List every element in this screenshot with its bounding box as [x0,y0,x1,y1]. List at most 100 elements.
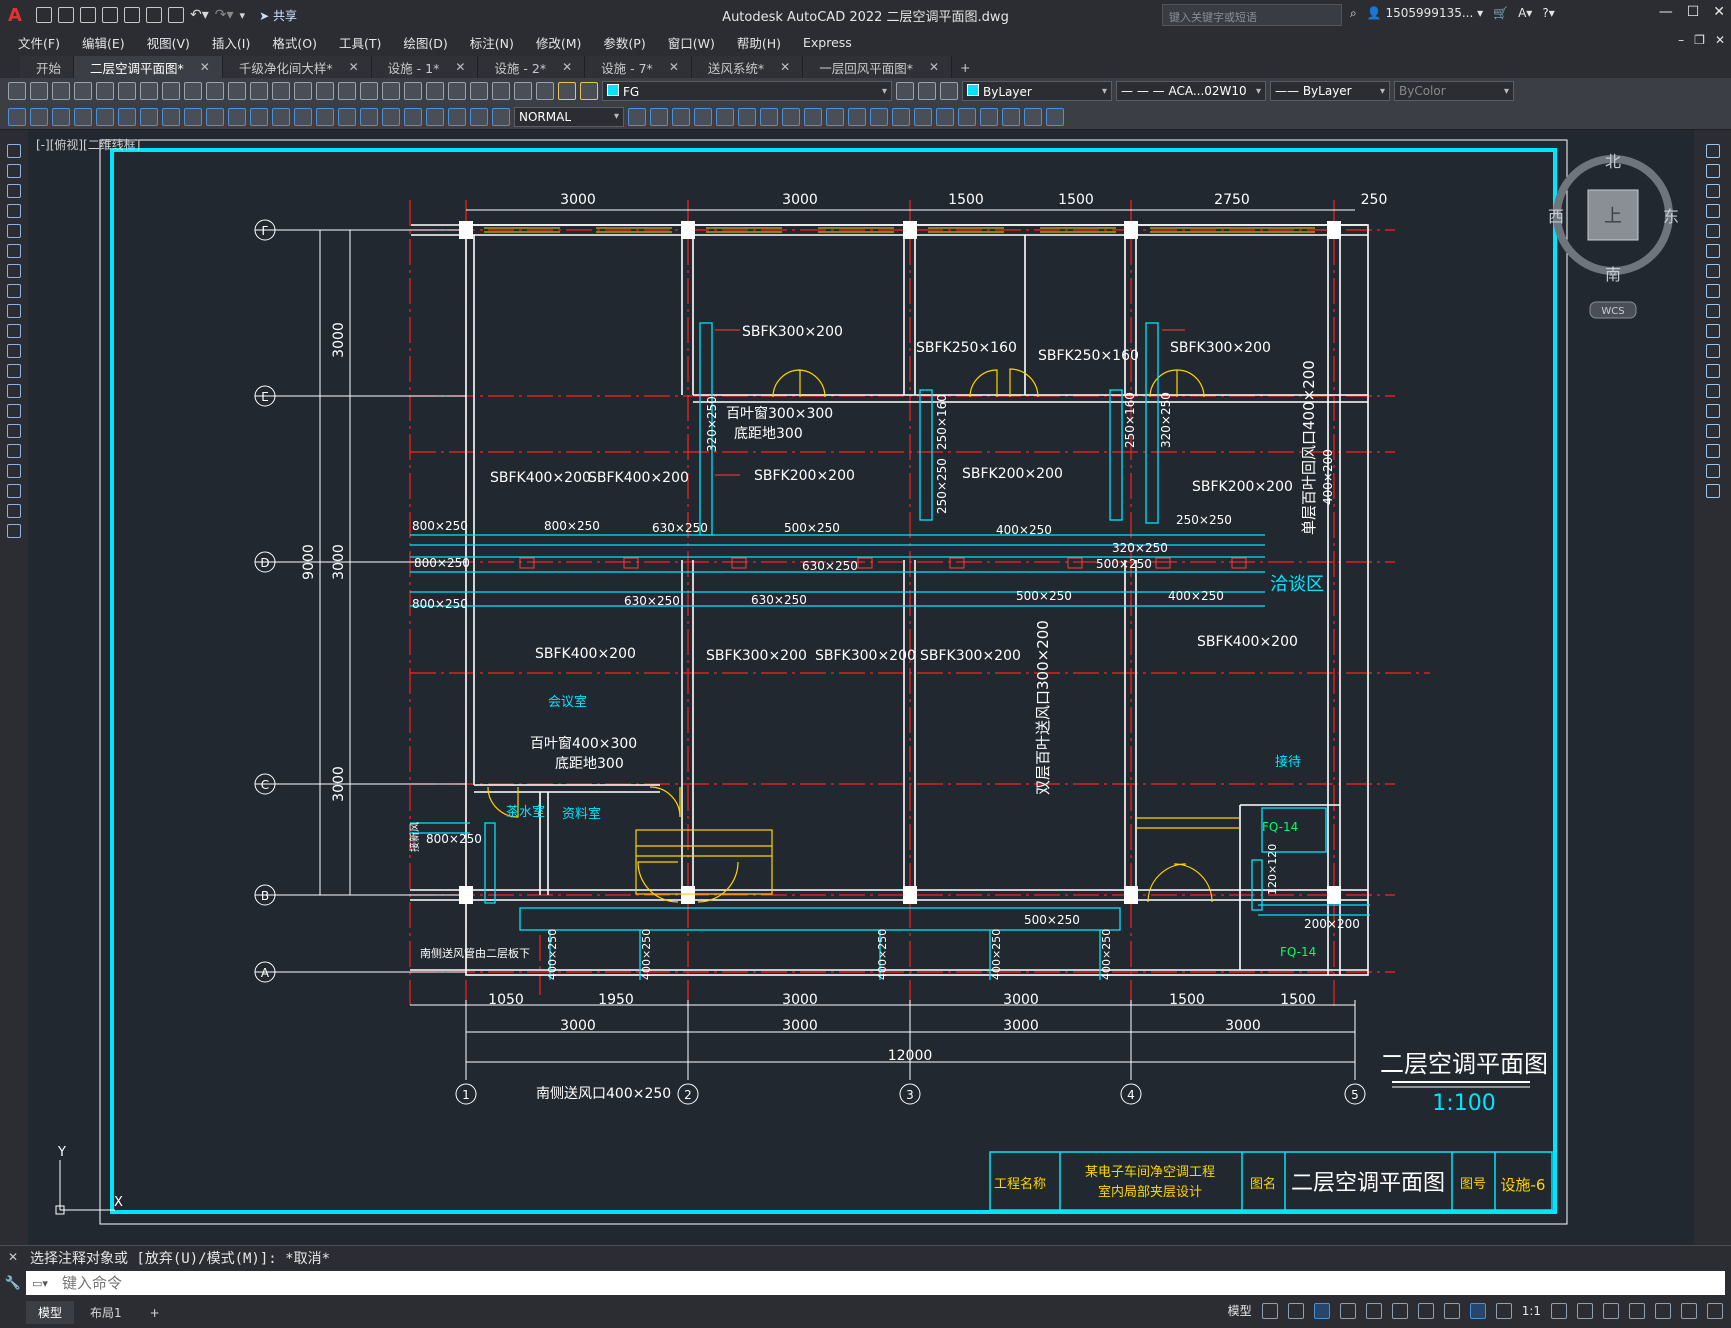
line-icon[interactable] [7,144,21,158]
extend-icon[interactable] [1705,344,1720,358]
jogged-dim-icon[interactable] [184,107,202,126]
help-icon[interactable]: ?▾ [1542,6,1554,21]
move-icon[interactable] [1705,244,1720,258]
layer-state-icon[interactable] [580,82,598,100]
continue-dim-icon[interactable] [294,107,312,126]
viewport-controls-label[interactable]: [-][俯视][二维线框] [36,136,140,153]
diameter-dim-icon[interactable] [206,107,224,126]
file-tab[interactable]: 设施 - 7* ✕ [585,56,692,78]
linear-dim-icon[interactable] [74,107,92,126]
insert-block-icon[interactable] [30,107,48,126]
undo-icon[interactable]: ↶▾ [190,7,209,23]
save-as-icon[interactable] [102,7,118,23]
autocad-logo-icon[interactable]: A [0,0,30,30]
cart-icon[interactable]: 🛒 [1493,6,1508,21]
command-input[interactable] [26,1271,1725,1295]
copy-icon[interactable] [184,82,202,100]
doc-close-icon[interactable]: ✕ [1715,33,1725,47]
doc-minimize-icon[interactable]: – [1678,33,1684,47]
scale-icon[interactable] [1705,284,1720,298]
menu-item[interactable]: 帮助(H) [737,33,781,52]
wrench-icon[interactable]: 🔧 [0,1276,26,1291]
match-props-icon[interactable] [228,82,246,100]
dim-update-icon[interactable] [492,107,510,126]
draw-order-icon[interactable] [980,107,998,126]
scale-icon[interactable] [782,107,800,126]
construction-line-icon[interactable] [7,164,21,178]
tab-close-icon[interactable]: ✕ [200,60,210,74]
offset-icon[interactable] [694,107,712,126]
properties-icon[interactable] [404,82,422,100]
point-icon[interactable] [7,404,21,418]
tab-close-icon[interactable]: ✕ [455,60,465,74]
block-editor-icon[interactable] [250,82,268,100]
chamfer-icon[interactable] [914,107,932,126]
minimize-icon[interactable]: — [1659,4,1673,20]
menu-item[interactable]: 工具(T) [339,33,381,52]
dimstyle-dropdown[interactable]: NORMAL ▾ [514,106,624,127]
ellipse-icon[interactable] [7,324,21,338]
file-tab[interactable]: 设施 - 2* ✕ [478,56,586,78]
add-selected-icon[interactable] [7,524,21,538]
save-icon[interactable] [80,7,96,23]
calculator-icon[interactable] [514,82,532,100]
snap-icon[interactable] [1287,1302,1304,1319]
arc-length-icon[interactable] [118,107,136,126]
make-current-icon[interactable] [896,82,914,100]
save-web-icon[interactable] [146,7,162,23]
tool-palettes-icon[interactable] [448,82,466,100]
auto-scale-icon[interactable] [1495,1302,1512,1319]
layout-tab[interactable]: 模型 [26,1301,75,1324]
text-edit-icon[interactable] [1046,107,1064,126]
layer-dropdown[interactable]: FG ▾ [602,81,892,101]
group-icon[interactable] [1002,107,1020,126]
quick-dim-icon[interactable] [250,107,268,126]
maximize-icon[interactable]: ☐ [1687,4,1700,20]
break-icon[interactable] [870,107,888,126]
workspace-gear-icon[interactable] [1551,1302,1567,1319]
rotate-icon[interactable] [1705,264,1720,278]
dim-edit-icon[interactable] [448,107,466,126]
trim-icon[interactable] [826,107,844,126]
model-space-label[interactable]: 模型 [1228,1302,1252,1319]
user-account[interactable]: 👤 1505999135... ▾ [1367,6,1483,21]
polar-icon[interactable] [1339,1302,1356,1319]
tolerance-icon[interactable] [360,107,378,126]
make-block-icon[interactable] [52,107,70,126]
break-at-point-icon[interactable] [1705,364,1720,378]
open-icon[interactable] [58,7,74,23]
customize-icon[interactable] [1707,1302,1723,1319]
preview-icon[interactable] [96,82,114,100]
publish-icon[interactable] [118,82,136,100]
ungroup-icon[interactable] [1024,107,1042,126]
dim-text-edit-icon[interactable] [470,107,488,126]
object-track-icon[interactable] [1391,1302,1408,1319]
3d-print-icon[interactable] [140,82,158,100]
inspect-icon[interactable] [404,107,422,126]
share-button[interactable]: ➤ 共享 [259,7,297,24]
undo-icon[interactable] [272,82,290,100]
plot-icon[interactable] [74,82,92,100]
menu-item[interactable]: 编辑(E) [82,33,125,52]
open-icon[interactable] [30,82,48,100]
file-tab[interactable]: 设施 - 1* ✕ [371,56,479,78]
command-prompt-icon[interactable]: ▭▾ [32,1277,48,1290]
ortho-icon[interactable] [1313,1302,1330,1319]
blend-icon[interactable] [1705,464,1720,478]
menu-item[interactable]: 视图(V) [147,33,190,52]
polyline-icon[interactable] [7,184,21,198]
file-tab[interactable]: 开始 [20,56,75,78]
table-icon[interactable] [8,107,26,126]
menu-item[interactable]: 格式(O) [272,33,317,52]
stretch-icon[interactable] [804,107,822,126]
dim-break-icon[interactable] [338,107,356,126]
menu-item[interactable]: Express [803,35,852,50]
tab-close-icon[interactable]: ✕ [349,60,359,74]
redo-icon[interactable]: ↷▾ [215,7,234,23]
fillet-icon[interactable] [936,107,954,126]
layout-tab[interactable]: 布局1 [78,1301,134,1324]
search-icon[interactable]: ⌕ [1350,6,1357,21]
gradient-icon[interactable] [7,444,21,458]
redo-icon[interactable] [294,82,312,100]
layer-isolate-icon[interactable] [940,82,958,100]
